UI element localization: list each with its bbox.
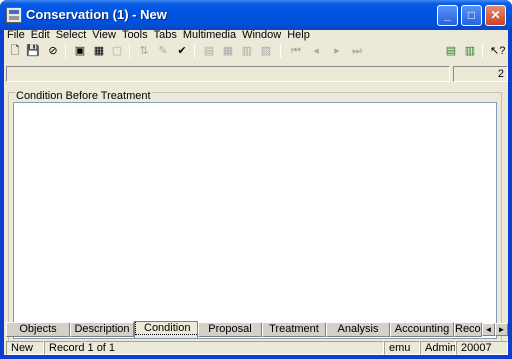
title-bar[interactable]: Conservation (1) - New _ □ ✕ xyxy=(0,0,512,30)
view-grid-icon[interactable]: ▦ xyxy=(221,44,235,58)
view-report-icon[interactable]: ▧ xyxy=(259,44,273,58)
menu-multimedia[interactable]: Multimedia xyxy=(180,30,239,41)
import-icon[interactable]: ▥ xyxy=(463,44,477,58)
next-record-icon[interactable]: ▸ xyxy=(330,44,344,58)
export-icon[interactable]: ▤ xyxy=(444,44,458,58)
sort-icon[interactable]: ⇅ xyxy=(137,44,151,58)
last-record-icon[interactable]: ⏭ xyxy=(350,44,364,58)
record-counter: 2 xyxy=(453,66,508,82)
client-area: File Edit Select View Tools Tabs Multime… xyxy=(4,30,508,355)
tab-strip: Objects Description Condition Proposal T… xyxy=(4,320,508,339)
toolbar-separator xyxy=(280,44,281,58)
tab-records[interactable]: Recor xyxy=(454,322,482,337)
tab-accounting[interactable]: Accounting xyxy=(390,322,454,337)
status-mode: New xyxy=(6,341,44,355)
status-bar: New Record 1 of 1 emu Admin 20007 xyxy=(4,341,508,355)
menu-view[interactable]: View xyxy=(89,30,119,41)
status-record: Record 1 of 1 xyxy=(44,341,384,355)
tab-objects[interactable]: Objects xyxy=(6,322,70,337)
menu-tabs[interactable]: Tabs xyxy=(151,30,180,41)
open-record-icon[interactable]: ▣ xyxy=(73,44,87,58)
copy-record-icon[interactable]: ▢ xyxy=(110,44,124,58)
window-title: Conservation (1) - New xyxy=(26,7,167,22)
minimize-button[interactable]: _ xyxy=(437,5,458,26)
menu-bar: File Edit Select View Tools Tabs Multime… xyxy=(4,30,508,41)
tab-scroll-right-button[interactable]: ► xyxy=(495,323,508,336)
app-icon[interactable] xyxy=(6,7,22,23)
context-help-icon[interactable]: ↖? xyxy=(490,44,505,58)
menu-select[interactable]: Select xyxy=(53,30,90,41)
menu-tools[interactable]: Tools xyxy=(119,30,151,41)
toolbar-separator xyxy=(129,44,130,58)
toolbar-separator xyxy=(194,44,195,58)
menu-window[interactable]: Window xyxy=(239,30,284,41)
status-database: emu xyxy=(384,341,420,355)
toolbar-separator xyxy=(65,44,66,58)
delete-record-icon[interactable]: ▦ xyxy=(92,44,106,58)
tab-treatment[interactable]: Treatment xyxy=(262,322,326,337)
toolbar-separator xyxy=(482,44,483,58)
menu-edit[interactable]: Edit xyxy=(28,30,53,41)
app-window: Conservation (1) - New _ □ ✕ File Edit S… xyxy=(0,0,512,359)
condition-group-label: Condition Before Treatment xyxy=(15,90,152,102)
spell-check-icon[interactable]: ✔ xyxy=(175,44,189,58)
view-list-icon[interactable]: ▤ xyxy=(202,44,216,58)
condition-before-treatment-field[interactable] xyxy=(13,102,497,339)
view-form-icon[interactable]: ▥ xyxy=(240,44,254,58)
tab-proposal[interactable]: Proposal xyxy=(198,322,262,337)
close-button[interactable]: ✕ xyxy=(485,5,506,26)
tab-condition-label: Condition xyxy=(135,322,197,335)
tab-analysis[interactable]: Analysis xyxy=(326,322,390,337)
maximize-button[interactable]: □ xyxy=(461,5,482,26)
status-user: Admin xyxy=(420,341,456,355)
status-version: 20007 xyxy=(456,341,508,355)
message-field xyxy=(6,66,450,82)
menu-file[interactable]: File xyxy=(4,30,28,41)
new-document-icon[interactable]: 🗋 xyxy=(8,44,22,58)
previous-record-icon[interactable]: ◂ xyxy=(309,44,323,58)
cancel-icon[interactable]: ⊘ xyxy=(46,44,60,58)
edit-icon[interactable]: ✎ xyxy=(156,44,170,58)
toolbar: 🗋 💾 ⊘ ▣ ▦ ▢ ⇅ ✎ ✔ ▤ ▦ ▥ ▧ ⏮ ◂ ▸ ⏭ ▤ ▥ ↖? xyxy=(4,41,508,61)
tab-description[interactable]: Description xyxy=(70,322,134,337)
save-icon[interactable]: 💾 xyxy=(26,44,40,58)
first-record-icon[interactable]: ⏮ xyxy=(289,44,303,58)
menu-help[interactable]: Help xyxy=(284,30,313,41)
tab-scroll-left-button[interactable]: ◄ xyxy=(482,323,495,336)
tab-condition[interactable]: Condition xyxy=(134,321,198,338)
